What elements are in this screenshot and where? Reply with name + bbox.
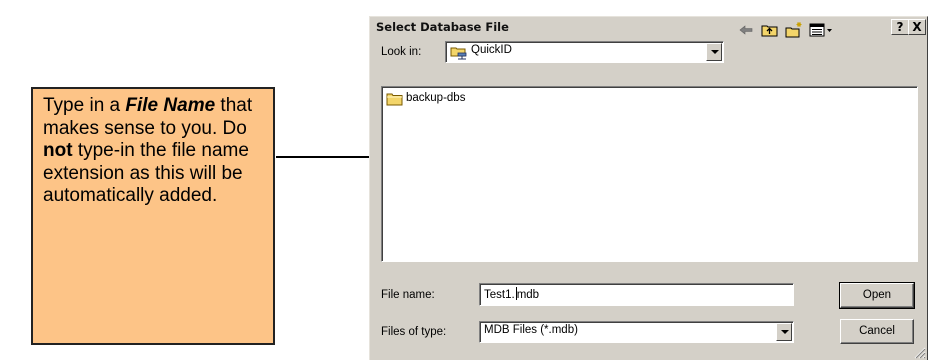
resize-grip-icon[interactable]	[913, 346, 926, 359]
look-in-dropdown[interactable]: QuickID	[445, 41, 724, 63]
file-name-text-after-caret: mdb	[516, 289, 540, 301]
open-button[interactable]: Open	[839, 282, 915, 309]
cancel-button[interactable]: Cancel	[840, 319, 914, 344]
new-folder-icon[interactable]	[784, 21, 804, 39]
chevron-down-icon[interactable]	[776, 323, 792, 341]
folder-icon	[386, 93, 403, 106]
instruction-callout: Type in a File Name that makes sense to …	[31, 87, 275, 345]
file-list[interactable]: backup-dbs	[381, 86, 918, 262]
file-name-label: File name:	[381, 289, 435, 301]
network-folder-icon	[450, 47, 467, 60]
look-in-label: Look in:	[381, 46, 422, 58]
dialog-title: Select Database File	[376, 20, 509, 34]
file-type-value: MDB Files (*.mdb)	[484, 324, 578, 336]
chevron-down-icon[interactable]	[706, 43, 722, 61]
help-button[interactable]: ?	[891, 19, 909, 35]
callout-text-3: type-in the file name extension as this …	[43, 140, 249, 206]
close-button[interactable]: X	[908, 19, 926, 35]
file-name-field[interactable]: Test1. mdb	[479, 283, 794, 306]
callout-text-1: Type in a	[43, 95, 126, 116]
view-menu-icon[interactable]	[808, 21, 834, 39]
callout-emphasis-not: not	[43, 140, 73, 161]
list-item-label: backup-dbs	[406, 92, 466, 104]
file-name-value: Test1. mdb	[484, 287, 539, 301]
up-folder-icon[interactable]	[760, 21, 780, 39]
look-in-value: QuickID	[471, 44, 512, 56]
back-arrow-icon[interactable]	[736, 21, 756, 39]
file-type-label: Files of type:	[381, 326, 447, 338]
callout-emphasis-file-name: File Name	[125, 95, 216, 116]
dialog-titlebar[interactable]: Select Database File ? X	[371, 18, 927, 36]
file-type-dropdown[interactable]: MDB Files (*.mdb)	[479, 321, 794, 343]
select-database-dialog: Select Database File ? X Look in: QuickI…	[369, 16, 928, 360]
file-name-text-before-caret: Test1.	[484, 289, 515, 301]
